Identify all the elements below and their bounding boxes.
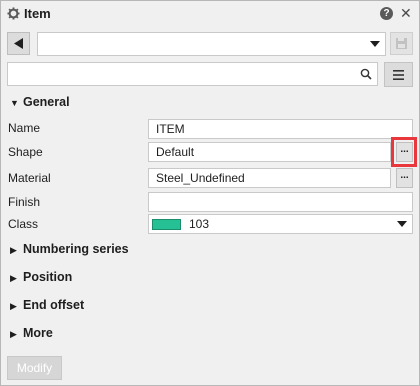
section-more-label: More <box>23 326 53 340</box>
collapsed-triangle-icon: ▶ <box>10 301 17 311</box>
collapsed-triangle-icon: ▶ <box>10 245 17 255</box>
menu-button[interactable] <box>384 62 413 87</box>
material-label: Material <box>8 171 51 185</box>
back-button[interactable] <box>7 32 30 55</box>
save-button[interactable] <box>390 32 413 55</box>
help-icon[interactable]: ? <box>380 7 393 20</box>
chevron-down-icon <box>397 221 407 227</box>
section-end-offset-label: End offset <box>23 298 85 312</box>
close-icon[interactable]: ✕ <box>400 5 412 22</box>
back-arrow-icon <box>14 38 23 49</box>
section-numbering-series[interactable]: ▶ Numbering series <box>10 242 129 256</box>
gear-icon <box>7 7 20 20</box>
highlight-box <box>391 137 417 167</box>
shape-label: Shape <box>8 145 43 159</box>
class-dropdown[interactable]: 103 <box>148 214 413 234</box>
finish-field[interactable] <box>148 192 413 212</box>
finish-label: Finish <box>8 195 41 209</box>
section-numbering-label: Numbering series <box>23 242 129 256</box>
section-end-offset[interactable]: ▶ End offset <box>10 298 84 312</box>
section-position-label: Position <box>23 270 73 284</box>
section-general[interactable]: ▼ General <box>10 95 70 109</box>
section-position[interactable]: ▶ Position <box>10 270 72 284</box>
class-label: Class <box>8 217 39 231</box>
chevron-down-icon <box>370 41 380 47</box>
menu-icon <box>393 70 404 80</box>
material-field[interactable]: Steel_Undefined <box>148 168 391 188</box>
item-properties-panel: Item ? ✕ ▼ General Name ITEM Shape Defau… <box>0 0 420 386</box>
save-icon <box>396 38 407 49</box>
section-general-label: General <box>23 95 70 109</box>
title-bar: Item ? ✕ <box>1 1 419 27</box>
search-icon[interactable] <box>360 68 372 80</box>
expanded-triangle-icon: ▼ <box>10 98 19 108</box>
shape-field[interactable]: Default <box>148 142 391 162</box>
class-color-swatch <box>152 219 181 230</box>
class-value: 103 <box>189 217 210 231</box>
preset-dropdown[interactable] <box>37 32 386 56</box>
panel-title: Item <box>24 6 51 21</box>
material-browse-button[interactable]: ... <box>396 168 413 188</box>
name-field[interactable]: ITEM <box>148 119 413 139</box>
modify-button[interactable]: Modify <box>7 356 62 380</box>
name-label: Name <box>8 121 41 135</box>
section-more[interactable]: ▶ More <box>10 326 53 340</box>
collapsed-triangle-icon: ▶ <box>10 329 17 339</box>
search-input[interactable] <box>12 66 356 84</box>
search-field[interactable] <box>7 62 378 86</box>
collapsed-triangle-icon: ▶ <box>10 273 17 283</box>
